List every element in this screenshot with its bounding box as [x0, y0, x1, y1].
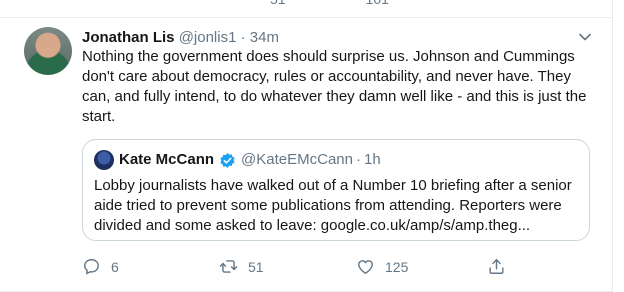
quoted-header-separator: ·: [355, 151, 361, 168]
more-chevron-icon[interactable]: [578, 30, 592, 44]
share-icon: [489, 259, 504, 274]
quoted-tweet-text: Lobby journalists have walked out of a N…: [94, 177, 572, 234]
quoted-author-avatar: [94, 150, 114, 170]
quoted-tweet-card[interactable]: Kate McCann @KateEMcCann · 1h Lobby jour…: [82, 139, 590, 241]
tweet-text: Nothing the government does should surpr…: [82, 48, 587, 125]
retweet-button[interactable]: 51: [219, 257, 264, 276]
quoted-author-name: Kate McCann: [119, 151, 215, 168]
like-count: 125: [385, 258, 409, 275]
previous-like-count: 101: [366, 0, 389, 7]
previous-retweet-count: 51: [270, 0, 286, 7]
author-avatar[interactable]: [24, 27, 72, 75]
reply-button[interactable]: 6: [82, 257, 119, 276]
quoted-author-handle: @KateEMcCann: [241, 151, 353, 168]
share-button[interactable]: [487, 257, 506, 276]
verified-badge-icon: [220, 152, 235, 168]
quoted-tweet-header: Kate McCann @KateEMcCann · 1h: [119, 150, 381, 170]
previous-tweet-actions: 51 101: [0, 0, 612, 18]
reply-count: 6: [111, 258, 119, 275]
author-handle[interactable]: @jonlis1: [179, 29, 237, 46]
tweet-header: Jonathan Lis @jonlis1 · 34m: [82, 28, 279, 48]
quoted-tweet-time: 1h: [363, 151, 381, 168]
like-icon: [358, 260, 373, 274]
tweet-actions: 6 51 125: [82, 257, 512, 277]
retweet-icon: [219, 260, 238, 273]
timeline-border: [612, 0, 613, 292]
retweet-count: 51: [248, 258, 264, 275]
like-button[interactable]: 125: [356, 257, 408, 276]
header-separator: ·: [240, 29, 246, 46]
author-name[interactable]: Jonathan Lis: [82, 29, 175, 46]
reply-icon: [84, 259, 99, 275]
tweet-time[interactable]: 34m: [250, 29, 279, 46]
